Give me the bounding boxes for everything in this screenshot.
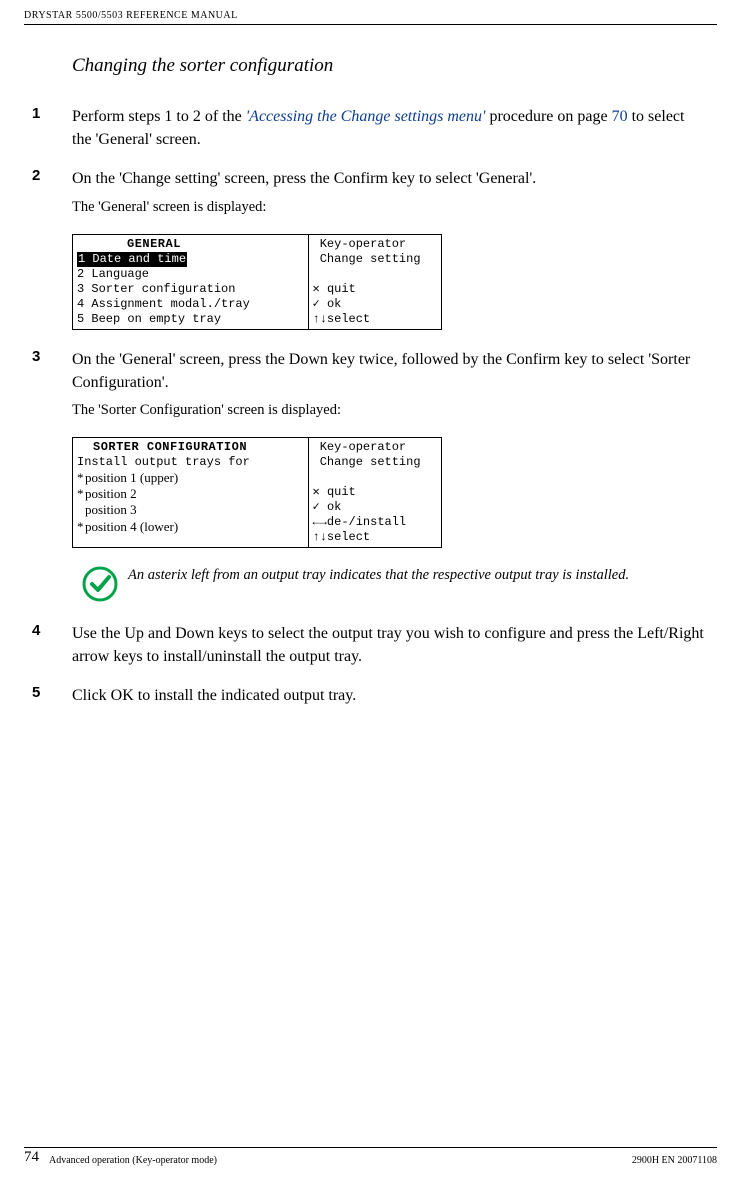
step-1: 1 Perform steps 1 to 2 of the 'Accessing… <box>72 105 705 151</box>
asterisk-mark: * <box>77 519 85 535</box>
position-label: position 1 (upper) <box>85 470 178 485</box>
lcd-menu-item: 2 Language <box>77 267 304 282</box>
position-row: *position 1 (upper) <box>77 470 304 486</box>
lcd-title: GENERAL <box>77 237 304 252</box>
step-number: 3 <box>32 348 72 365</box>
step-body: Click OK to install the indicated output… <box>72 684 705 707</box>
position-label: position 4 (lower) <box>85 519 178 534</box>
lcd-menu-item: 5 Beep on empty tray <box>77 312 304 327</box>
asterisk-mark: * <box>77 470 85 486</box>
lcd-right-panel: Key-operator Change setting ✕ quit ✓ ok … <box>309 235 441 329</box>
position-label: position 3 <box>85 502 137 517</box>
step5-text: Click OK to install the indicated output… <box>72 684 705 707</box>
link-accessing-change-settings[interactable]: 'Accessing the Change settings menu' <box>246 108 486 125</box>
page-ref-70[interactable]: 70 <box>612 108 628 125</box>
checkmark-icon <box>82 566 118 602</box>
step-4: 4 Use the Up and Down keys to select the… <box>72 622 705 668</box>
position-row: position 3 <box>77 502 304 518</box>
lcd-right-panel: Key-operator Change setting ✕ quit ✓ ok … <box>309 438 441 547</box>
position-row: *position 2 <box>77 486 304 502</box>
note-text: An asterix left from an output tray indi… <box>128 566 629 586</box>
position-label: position 2 <box>85 486 137 501</box>
lcd-title: SORTER CONFIGURATION <box>77 440 304 455</box>
step2-text: On the 'Change setting' screen, press th… <box>72 167 705 190</box>
lcd-left-panel: GENERAL 1 Date and time 2 Language 3 Sor… <box>73 235 309 329</box>
section-title: Changing the sorter configuration <box>72 55 705 77</box>
page: DRYSTAR 5500/5503 REFERENCE MANUAL Chang… <box>0 0 741 1186</box>
step2-sub: The 'General' screen is displayed: <box>72 197 705 218</box>
page-content: Changing the sorter configuration 1 Perf… <box>72 55 705 724</box>
step-number: 2 <box>32 167 72 184</box>
asterisk-mark: * <box>77 486 85 502</box>
step1-pre: Perform steps 1 to 2 of the <box>72 108 246 125</box>
step-5: 5 Click OK to install the indicated outp… <box>72 684 705 707</box>
step-number: 5 <box>32 684 72 701</box>
lcd-sorter-config-screen: SORTER CONFIGURATION Install output tray… <box>72 437 442 548</box>
step3-sub: The 'Sorter Configuration' screen is dis… <box>72 400 705 421</box>
step-body: On the 'General' screen, press the Down … <box>72 348 705 421</box>
page-number: 74 <box>24 1149 39 1166</box>
step-3: 3 On the 'General' screen, press the Dow… <box>72 348 705 421</box>
page-footer: 74 Advanced operation (Key-operator mode… <box>24 1147 717 1168</box>
lcd-general-screen: GENERAL 1 Date and time 2 Language 3 Sor… <box>72 234 442 330</box>
step-body: Perform steps 1 to 2 of the 'Accessing t… <box>72 105 705 151</box>
step-body: On the 'Change setting' screen, press th… <box>72 167 705 217</box>
info-note: An asterix left from an output tray indi… <box>82 566 705 602</box>
position-row: *position 4 (lower) <box>77 519 304 535</box>
running-header-text: DRYSTAR 5500/5503 REFERENCE MANUAL <box>24 10 238 21</box>
step-body: Use the Up and Down keys to select the o… <box>72 622 705 668</box>
step3-text: On the 'General' screen, press the Down … <box>72 348 705 394</box>
lcd-instruction: Install output trays for <box>77 455 304 470</box>
lcd-menu-item: 4 Assignment modal./tray <box>77 297 304 312</box>
step-number: 4 <box>32 622 72 639</box>
running-header: DRYSTAR 5500/5503 REFERENCE MANUAL <box>24 10 717 25</box>
position-list: *position 1 (upper) *position 2 position… <box>77 470 304 535</box>
lcd-menu-item: 3 Sorter configuration <box>77 282 304 297</box>
step-2: 2 On the 'Change setting' screen, press … <box>72 167 705 217</box>
step4-text: Use the Up and Down keys to select the o… <box>72 622 705 668</box>
lcd-menu-item-selected: 1 Date and time <box>77 252 187 267</box>
footer-left-text: Advanced operation (Key-operator mode) <box>49 1155 632 1166</box>
step1-mid: procedure on page <box>485 108 611 125</box>
lcd-left-panel: SORTER CONFIGURATION Install output tray… <box>73 438 309 547</box>
step-number: 1 <box>32 105 72 122</box>
footer-right-text: 2900H EN 20071108 <box>632 1155 717 1166</box>
